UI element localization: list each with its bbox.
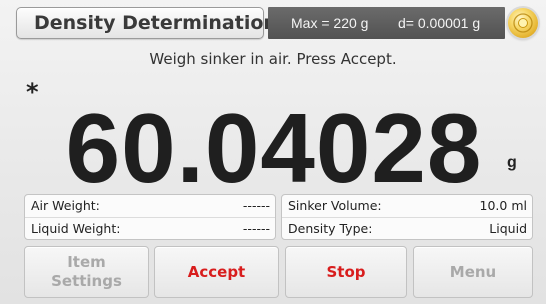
level-bubble-graphic bbox=[513, 13, 533, 33]
readability: d= 0.00001 g bbox=[398, 15, 481, 31]
weights-panel: Air Weight: ------ Liquid Weight: ------ bbox=[24, 194, 276, 240]
sinker-volume-value: 10.0 ml bbox=[479, 198, 527, 213]
sinker-volume-label: Sinker Volume: bbox=[288, 198, 382, 213]
top-bar: Density Determination Max = 220 g d= 0.0… bbox=[0, 0, 546, 42]
item-settings-button[interactable]: Item Settings bbox=[24, 246, 149, 298]
density-type-value: Liquid bbox=[489, 221, 527, 236]
accept-button[interactable]: Accept bbox=[154, 246, 279, 298]
max-capacity: Max = 220 g bbox=[291, 15, 369, 31]
item-settings-label-line2: Settings bbox=[51, 272, 122, 290]
weight-reading: 60.04028 bbox=[0, 99, 546, 197]
liquid-weight-row: Liquid Weight: ------ bbox=[25, 217, 275, 239]
stop-label: Stop bbox=[326, 262, 366, 281]
density-type-label: Density Type: bbox=[288, 221, 373, 236]
instruction-prompt: Weigh sinker in air. Press Accept. bbox=[149, 50, 397, 68]
density-type-row: Density Type: Liquid bbox=[282, 217, 532, 239]
item-settings-label: Item Settings bbox=[51, 253, 122, 291]
level-bubble-icon[interactable] bbox=[508, 8, 538, 38]
application-title: Density Determination bbox=[16, 7, 277, 39]
menu-button[interactable]: Menu bbox=[413, 246, 533, 298]
weight-value: 60.04028 bbox=[65, 93, 483, 203]
density-determination-screen: Density Determination Max = 220 g d= 0.0… bbox=[0, 0, 546, 304]
item-settings-label-line1: Item bbox=[67, 253, 106, 271]
air-weight-row: Air Weight: ------ bbox=[25, 195, 275, 217]
liquid-weight-label: Liquid Weight: bbox=[31, 221, 121, 236]
stop-button[interactable]: Stop bbox=[285, 246, 407, 298]
liquid-weight-value: ------ bbox=[242, 221, 270, 236]
menu-label: Menu bbox=[449, 262, 497, 281]
settings-panel: Sinker Volume: 10.0 ml Density Type: Liq… bbox=[281, 194, 533, 240]
capacity-info: Max = 220 g d= 0.00001 g bbox=[268, 7, 505, 39]
accept-label: Accept bbox=[187, 262, 246, 281]
air-weight-label: Air Weight: bbox=[31, 198, 100, 213]
weight-unit[interactable]: g bbox=[507, 154, 517, 172]
sinker-volume-row: Sinker Volume: 10.0 ml bbox=[282, 195, 532, 217]
air-weight-value: ------ bbox=[242, 198, 270, 213]
